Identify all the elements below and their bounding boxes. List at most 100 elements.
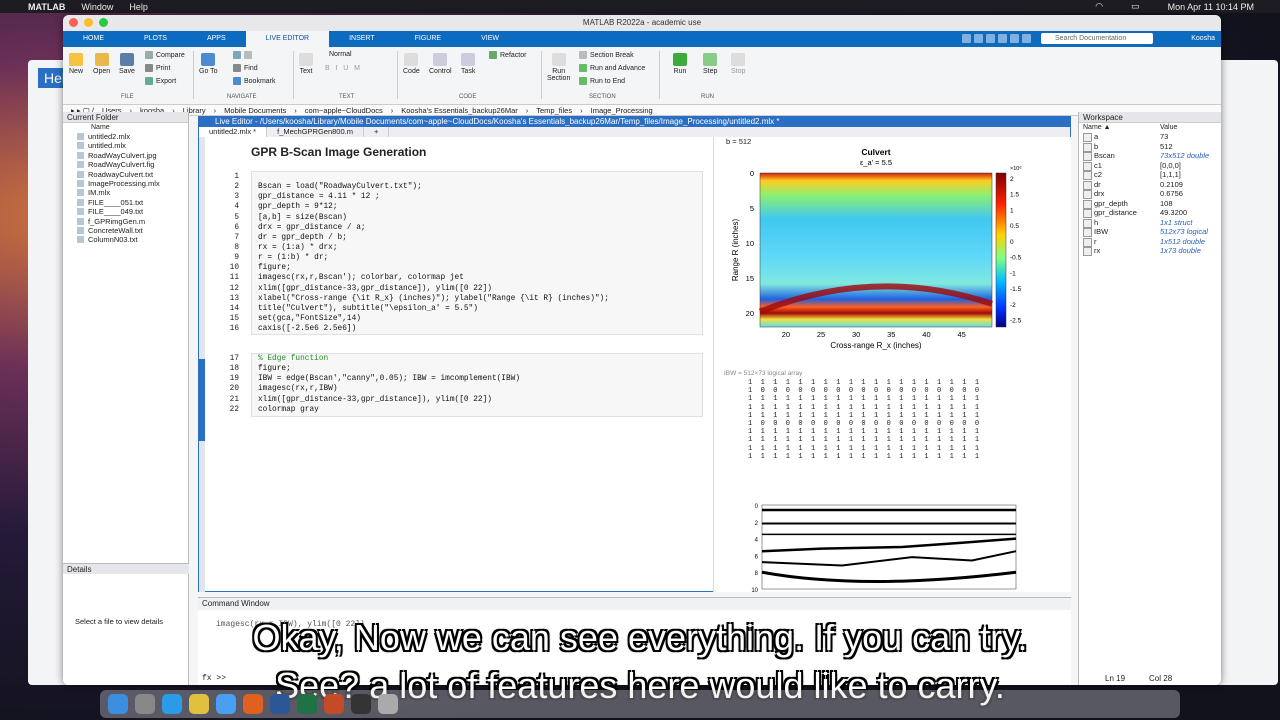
safari-icon[interactable] xyxy=(162,694,182,714)
code-block-2[interactable]: 17 % Edge function 18 figure; 19 IBW = edge(B… xyxy=(230,353,703,417)
file-item[interactable]: ColumnN03.txt xyxy=(63,235,188,244)
section-break-button[interactable]: Section Break xyxy=(579,51,634,59)
save-button[interactable]: Save xyxy=(119,53,135,75)
file-item[interactable]: RoadwayCulvert.txt xyxy=(63,170,188,179)
tab-home[interactable]: HOME xyxy=(63,31,124,47)
export-button[interactable]: Export xyxy=(145,77,176,85)
terminal-icon[interactable] xyxy=(351,694,371,714)
address-bar[interactable]: ▸ ▸ ▢ / Users › koosha › Library › Mobile D… xyxy=(63,105,1221,116)
copy-icon[interactable] xyxy=(986,34,995,43)
run-to-end-button[interactable]: Run to End xyxy=(579,77,625,85)
code-line[interactable]: figure; xyxy=(252,263,702,273)
code-line[interactable]: figure; xyxy=(252,364,702,374)
edge-image[interactable]: 0 2 4 6 8 10 xyxy=(714,499,1064,599)
close-button[interactable] xyxy=(69,18,78,27)
path-seg[interactable]: Mobile Documents xyxy=(224,105,286,115)
step-button[interactable]: Step xyxy=(703,53,717,75)
goto-button[interactable]: Go To xyxy=(199,53,218,75)
ws-col-name[interactable]: Name ▲ xyxy=(1079,123,1160,132)
run-advance-button[interactable]: Run and Advance xyxy=(579,64,645,72)
chrome-icon[interactable] xyxy=(189,694,209,714)
code-line[interactable]: imagesc(rx,r,Bscan'); colorbar, colormap… xyxy=(252,273,702,283)
workspace-var[interactable]: IBW 512x73 logical xyxy=(1079,227,1221,237)
clock[interactable]: Mon Apr 11 10:14 PM xyxy=(1168,2,1254,12)
path-seg[interactable]: Koosha's Essentials_backup26Mar xyxy=(401,105,518,115)
file-item[interactable]: f_GPRimgGen.m xyxy=(63,217,188,226)
minimize-button[interactable] xyxy=(84,18,93,27)
launchpad-icon[interactable] xyxy=(135,694,155,714)
tab-plots[interactable]: PLOTS xyxy=(124,31,187,47)
code-line[interactable]: IBW = edge(Bscan',"canny",0.05); IBW = i… xyxy=(252,374,702,384)
compare-button[interactable]: Compare xyxy=(145,51,185,59)
code-line[interactable]: title("Culvert"), subtitle("\epsilon_a' … xyxy=(252,304,702,314)
path-seg[interactable]: Temp_files xyxy=(536,105,572,115)
workspace-var[interactable]: b 512 xyxy=(1079,142,1221,151)
workspace-var[interactable]: c2 [1,1,1] xyxy=(1079,170,1221,180)
bookmark-button[interactable]: Bookmark xyxy=(233,77,276,85)
user-menu[interactable]: Koosha xyxy=(1191,31,1215,47)
workspace-var[interactable]: gpr_depth 108 xyxy=(1079,199,1221,208)
save-icon[interactable] xyxy=(962,34,971,43)
workspace-var[interactable]: c1 [0,0,0] xyxy=(1079,161,1221,170)
text-button[interactable]: Text xyxy=(299,53,313,75)
code-line[interactable]: xlim([gpr_distance-33,gpr_distance]), yl… xyxy=(252,284,702,294)
code-line[interactable]: drx = gpr_distance / a; xyxy=(252,223,702,233)
code-line[interactable]: gpr_depth = 9*12; xyxy=(252,202,702,212)
cut-icon[interactable] xyxy=(974,34,983,43)
code-line[interactable]: rx = (1:a) * drx; xyxy=(252,243,702,253)
refactor-button[interactable]: Refactor xyxy=(489,51,526,59)
code-line[interactable]: % Edge function xyxy=(252,354,702,364)
code-line[interactable]: xlim([gpr_distance-33,gpr_distance]), yl… xyxy=(252,395,702,405)
code-line[interactable]: xlabel("Cross-range {\it R_x} (inches)")… xyxy=(252,294,702,304)
workspace-var[interactable]: r 1x512 double xyxy=(1079,237,1221,246)
mail-icon[interactable] xyxy=(216,694,236,714)
tab-live-editor[interactable]: LIVE EDITOR xyxy=(245,31,330,47)
back-forward[interactable] xyxy=(233,51,252,59)
style-dropdown[interactable]: Normal xyxy=(329,51,352,58)
file-item[interactable]: ImageProcessing.mlx xyxy=(63,179,188,188)
code-block-1[interactable]: 1 2 Bscan = load("RoadwayCulvert.txt"); 3 gp… xyxy=(230,171,703,335)
tab-untitled2[interactable]: untitled2.mlx * xyxy=(199,127,268,137)
excel-icon[interactable] xyxy=(297,694,317,714)
word-icon[interactable] xyxy=(270,694,290,714)
workspace-var[interactable]: a 73 xyxy=(1079,132,1221,142)
run-section-button[interactable]: Run Section xyxy=(547,53,570,82)
code-line[interactable]: gpr_distance = 4.11 * 12 ; xyxy=(252,192,702,202)
details-title[interactable]: Details xyxy=(63,563,189,574)
file-item[interactable]: RoadWayCulvert.jpg xyxy=(63,151,188,160)
undo-icon[interactable] xyxy=(1010,34,1019,43)
format-buttons[interactable]: B I U M xyxy=(325,65,360,72)
file-item[interactable]: untitled2.mlx xyxy=(63,132,188,141)
open-button[interactable]: Open xyxy=(93,53,110,75)
file-item[interactable]: FILE____049.txt xyxy=(63,207,188,216)
code-line[interactable]: set(gca,"FontSize",14) xyxy=(252,314,702,324)
path-seg[interactable]: Image_Processing xyxy=(591,105,653,115)
code-line[interactable]: r = (1:b) * dr; xyxy=(252,253,702,263)
tab-figure[interactable]: FIGURE xyxy=(395,31,461,47)
redo-icon[interactable] xyxy=(1022,34,1031,43)
window-menu[interactable]: Window xyxy=(81,2,113,12)
stop-button[interactable]: Stop xyxy=(731,53,745,75)
workspace-var[interactable]: Bscan 73x512 double xyxy=(1079,151,1221,161)
paste-icon[interactable] xyxy=(998,34,1007,43)
file-item[interactable]: IM.mlx xyxy=(63,188,188,197)
column-header-name[interactable]: Name xyxy=(63,123,188,132)
tab-insert[interactable]: INSERT xyxy=(329,31,395,47)
file-item[interactable]: FILE____051.txt xyxy=(63,198,188,207)
find-button[interactable]: Find xyxy=(233,64,258,72)
code-line[interactable]: colormap gray xyxy=(252,405,702,415)
code-line[interactable]: caxis([-2.5e6 2.5e6]) xyxy=(252,324,702,334)
tab-mechgpr[interactable]: f_MechGPRGen800.m xyxy=(267,127,364,137)
code-line[interactable]: imagesc(rx,r,IBW) xyxy=(252,384,702,394)
trash-icon[interactable] xyxy=(378,694,398,714)
workspace-var[interactable]: drx 0.6756 xyxy=(1079,189,1221,199)
workspace-var[interactable]: gpr_distance 49.3200 xyxy=(1079,208,1221,218)
new-button[interactable]: New xyxy=(69,53,83,75)
workspace-var[interactable]: dr 0.2109 xyxy=(1079,180,1221,189)
code-line[interactable]: dr = gpr_depth / b; xyxy=(252,233,702,243)
code-line[interactable]: [a,b] = size(Bscan) xyxy=(252,213,702,223)
culvert-heatmap[interactable]: Culvertε_a' = 5.520 25 30 35 40 4505101520Cro… xyxy=(714,143,1064,373)
new-tab-button[interactable]: + xyxy=(364,127,390,137)
matlab-icon[interactable] xyxy=(243,694,263,714)
tab-apps[interactable]: APPS xyxy=(187,31,246,47)
